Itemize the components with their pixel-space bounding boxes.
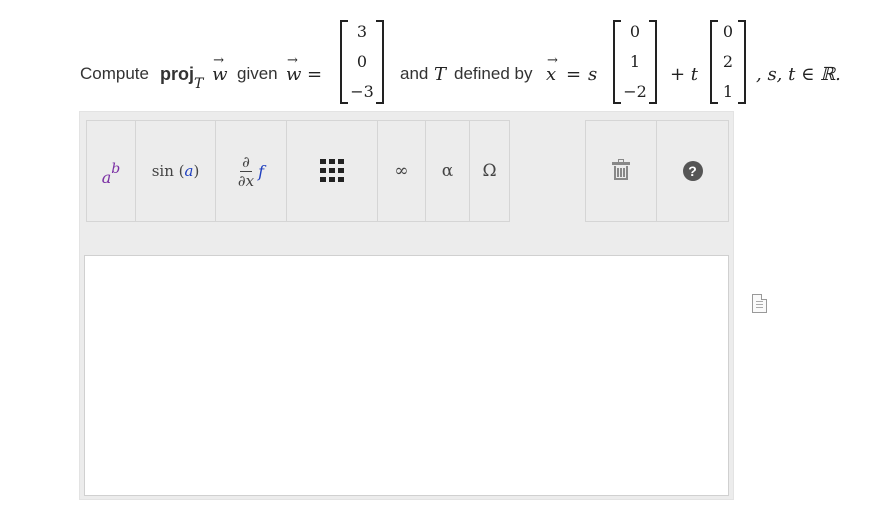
math-toolbar: ab sin (a) ∂ ∂x f ∞ α Ω <box>86 120 510 222</box>
s-entry-1: 0 <box>629 22 641 41</box>
infinity-button[interactable]: ∞ <box>378 121 426 221</box>
sin-function-button[interactable]: sin (a) <box>136 121 216 221</box>
greek-alpha-button[interactable]: α <box>426 121 470 221</box>
trash-icon <box>612 159 630 180</box>
partial-derivative-icon: ∂ ∂x f <box>237 152 265 190</box>
answer-input-area[interactable] <box>84 255 729 496</box>
defined-by-text: defined by <box>454 64 533 83</box>
x-vector-symbol: → x <box>546 53 558 85</box>
s-column-vector: 0 1 −2 <box>613 20 657 104</box>
w-vector-symbol-2: → w <box>286 53 302 85</box>
w-entry-1: 3 <box>356 22 368 41</box>
s-symbol: s <box>588 64 598 85</box>
t-entry-1: 0 <box>722 22 734 41</box>
plus-t: + t <box>670 64 699 85</box>
omega-symbol-button[interactable]: Ω <box>470 121 509 221</box>
document-icon[interactable] <box>752 294 767 313</box>
given-text: given <box>237 64 278 83</box>
proj-operator: proj <box>160 64 194 84</box>
help-icon: ? <box>682 161 703 181</box>
derivative-button[interactable]: ∂ ∂x f <box>216 121 287 221</box>
and-text: and <box>400 64 429 83</box>
sin-icon: sin (a) <box>151 162 200 180</box>
s-entry-2: 1 <box>629 52 641 71</box>
math-editor-panel: ab sin (a) ∂ ∂x f ∞ α Ω ? <box>79 111 734 500</box>
t-entry-3: 1 <box>722 82 734 101</box>
matrix-button[interactable] <box>287 121 378 221</box>
matrix-icon <box>320 159 344 183</box>
T-symbol: T <box>434 64 447 85</box>
w-column-vector: 3 0 −3 <box>340 20 384 104</box>
question-statement: Compute projT → w given → w = 3 0 −3 and T… <box>80 14 865 106</box>
superscript-button[interactable]: ab <box>87 121 136 221</box>
alpha-icon: α <box>441 161 454 181</box>
equals-sign: = <box>307 64 323 85</box>
help-button[interactable]: ? <box>657 121 728 221</box>
parameter-domain: , s, t ∈ ℝ. <box>756 64 841 85</box>
proj-subscript: T <box>194 76 204 93</box>
utility-toolbar: ? <box>585 120 729 222</box>
t-entry-2: 2 <box>722 52 734 71</box>
s-entry-3: −2 <box>623 82 647 101</box>
w-entry-2: 0 <box>356 52 368 71</box>
w-vector-symbol: → w <box>212 53 228 85</box>
t-column-vector: 0 2 1 <box>710 20 746 104</box>
w-entry-3: −3 <box>350 82 374 101</box>
question-intro: Compute <box>80 64 149 83</box>
superscript-icon: ab <box>101 160 121 187</box>
clear-button[interactable] <box>586 121 657 221</box>
omega-icon: Ω <box>482 161 497 181</box>
infinity-icon: ∞ <box>394 161 409 181</box>
question-page: Compute projT → w given → w = 3 0 −3 and T… <box>0 0 885 510</box>
